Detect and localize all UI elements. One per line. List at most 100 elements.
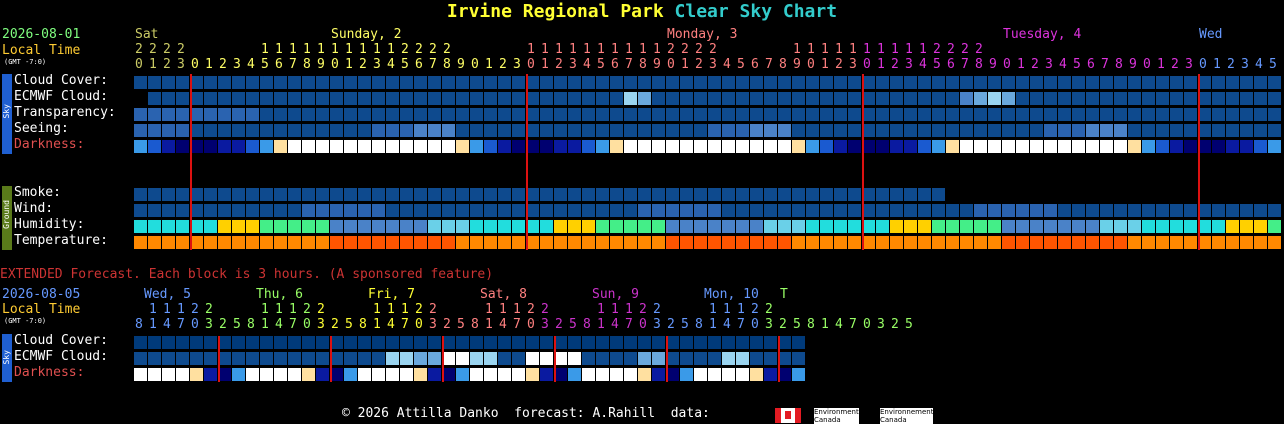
tens-digit: 2 xyxy=(443,42,451,57)
cloud-cover-block xyxy=(1226,76,1239,89)
temperature-block xyxy=(540,236,553,249)
temperature-block xyxy=(960,236,973,249)
ecmwf-cloud-block xyxy=(1240,92,1253,105)
ext-tens-digit: 1 xyxy=(177,302,185,317)
transparency-block xyxy=(946,108,959,121)
ext-hour-digit: 8 xyxy=(135,317,143,332)
wind-block xyxy=(1044,204,1057,217)
ecmwf-cloud-block xyxy=(484,92,497,105)
ext-hour-digit: 2 xyxy=(779,317,787,332)
ecmwf-cloud-block xyxy=(736,92,749,105)
darkness-block xyxy=(1086,140,1099,153)
transparency-block xyxy=(484,108,497,121)
tens-digit: 2 xyxy=(681,42,689,57)
temperature-block xyxy=(652,236,665,249)
tens-digit: 1 xyxy=(821,42,829,57)
midnight-line xyxy=(526,74,528,250)
humidity-block xyxy=(610,220,623,233)
hour-digit: 5 xyxy=(261,57,269,72)
hour-digit: 3 xyxy=(233,57,241,72)
tens-digit: 1 xyxy=(303,42,311,57)
hour-digit: 0 xyxy=(667,57,675,72)
transparency-block xyxy=(162,108,175,121)
transparency-block xyxy=(918,108,931,121)
tens-digit: 1 xyxy=(807,42,815,57)
ext-ecmwf-cloud-block xyxy=(260,352,273,365)
ecmwf-cloud-block xyxy=(750,92,763,105)
hour-digit: 3 xyxy=(1185,57,1193,72)
humidity-block xyxy=(596,220,609,233)
transparency-block xyxy=(232,108,245,121)
cloud-cover-block xyxy=(904,76,917,89)
darkness-block xyxy=(694,140,707,153)
humidity-block xyxy=(792,220,805,233)
ext-ecmwf-cloud-block xyxy=(134,352,147,365)
tens-digit: 1 xyxy=(877,42,885,57)
darkness-block xyxy=(610,140,623,153)
humidity-block xyxy=(932,220,945,233)
darkness-block xyxy=(316,140,329,153)
humidity-block xyxy=(1030,220,1043,233)
seeing-block xyxy=(344,124,357,137)
darkness-block xyxy=(1184,140,1197,153)
ext-ecmwf-cloud-block xyxy=(302,352,315,365)
humidity-block xyxy=(288,220,301,233)
seeing-block xyxy=(610,124,623,137)
ext-darkness-block xyxy=(372,368,385,381)
seeing-block xyxy=(1114,124,1127,137)
ext-cloud-cover-block xyxy=(708,336,721,349)
tens-digit: 1 xyxy=(625,42,633,57)
ext-darkness-block xyxy=(134,368,147,381)
wind-block xyxy=(512,204,525,217)
cloud-cover-block xyxy=(876,76,889,89)
darkness-block xyxy=(1044,140,1057,153)
temperature-block xyxy=(1254,236,1267,249)
wind-block xyxy=(750,204,763,217)
ecmwf-cloud-block xyxy=(400,92,413,105)
ecmwf-cloud-block xyxy=(652,92,665,105)
wind-block xyxy=(932,204,945,217)
ecmwf-cloud-block xyxy=(1226,92,1239,105)
cloud-cover-block xyxy=(330,76,343,89)
cloud-cover-block xyxy=(680,76,693,89)
ext-tens-digit: 2 xyxy=(191,302,199,317)
ext-darkness-block xyxy=(708,368,721,381)
temperature-block xyxy=(904,236,917,249)
humidity-block xyxy=(330,220,343,233)
temperature-block xyxy=(778,236,791,249)
smoke-block xyxy=(204,188,217,201)
temperature-block xyxy=(1170,236,1183,249)
transparency-block xyxy=(1240,108,1253,121)
tens-digit: 2 xyxy=(667,42,675,57)
row-label-wind: Wind: xyxy=(14,201,54,216)
hour-digit: 7 xyxy=(429,57,437,72)
ext-cloud-cover-block xyxy=(190,336,203,349)
humidity-block xyxy=(834,220,847,233)
ext-ecmwf-cloud-block xyxy=(582,352,595,365)
humidity-block xyxy=(1268,220,1281,233)
seeing-block xyxy=(372,124,385,137)
ext-darkness-block xyxy=(260,368,273,381)
cloud-cover-block xyxy=(1128,76,1141,89)
hour-digit: 2 xyxy=(163,57,171,72)
ext-row-label-cloud-cover: Cloud Cover: xyxy=(14,333,108,348)
ext-cloud-cover-block xyxy=(134,336,147,349)
humidity-block xyxy=(358,220,371,233)
wind-block xyxy=(1156,204,1169,217)
smoke-block xyxy=(344,188,357,201)
seeing-block xyxy=(988,124,1001,137)
wind-block xyxy=(974,204,987,217)
wind-block xyxy=(722,204,735,217)
hour-digit: 1 xyxy=(485,57,493,72)
hour-digit: 3 xyxy=(849,57,857,72)
ext-midnight-line xyxy=(666,336,668,382)
humidity-block xyxy=(1142,220,1155,233)
ecmwf-cloud-block xyxy=(1086,92,1099,105)
smoke-block xyxy=(414,188,427,201)
seeing-block xyxy=(708,124,721,137)
hour-digit: 2 xyxy=(1227,57,1235,72)
extended-banner[interactable]: EXTENDED Forecast. Each block is 3 hours… xyxy=(0,267,493,283)
ext-cloud-cover-block xyxy=(162,336,175,349)
transparency-block xyxy=(400,108,413,121)
ext-darkness-block xyxy=(596,368,609,381)
